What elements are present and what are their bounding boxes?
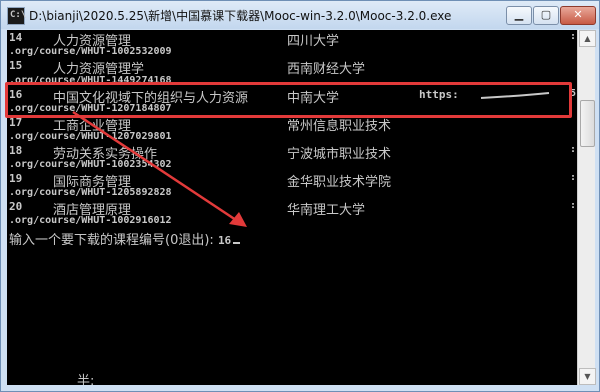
course-url-text: .org/course/WHUT-1002532009 (9, 46, 172, 57)
course-row: 15 人力资源管理学 西南财经大学 (7, 58, 577, 77)
close-icon: ✕ (573, 8, 583, 21)
window-title: D:\bianji\2020.5.25\新增\中国慕课下载器\Mooc-win-… (29, 9, 452, 23)
course-row: 14 人力资源管理 四川大学 (7, 30, 577, 49)
maximize-icon: ▢ (540, 8, 552, 21)
course-url-text: .org/course/WHUT-1207029801 (9, 131, 172, 142)
console-app-icon: C:\ (7, 7, 27, 25)
course-number: 15 (9, 59, 23, 72)
course-url-text: .org/course/WHUT-1205892828 (9, 187, 172, 198)
course-url: .org/course/WHUT-1205892828 (7, 186, 577, 200)
course-number: 19 (9, 172, 23, 185)
truncated-char: : (570, 31, 577, 42)
close-button[interactable]: ✕ (560, 6, 596, 25)
maximize-button[interactable]: ▢ (533, 6, 559, 25)
title-bar[interactable]: C:\ D:\bianji\2020.5.25\新增\中国慕课下载器\Mooc-… (1, 1, 599, 29)
course-url-text: .org/course/WHUT-1002916012 (9, 215, 172, 226)
prompt-label: 输入一个要下载的课程编号(0退出): (9, 233, 218, 248)
app-icon-label: C:\ (10, 10, 27, 20)
vertical-scrollbar[interactable]: ▲ ▼ (577, 30, 596, 385)
course-number: 14 (9, 31, 23, 44)
course-number: 20 (9, 200, 23, 213)
course-row: 18 劳动关系实务操作 宁波城市职业技术 (7, 143, 577, 162)
minimize-icon: ▁ (514, 8, 524, 21)
truncated-char: : (570, 200, 577, 211)
prompt-input-value[interactable]: 16 (218, 234, 231, 247)
course-url: .org/course/WHUT-1207029801 (7, 130, 577, 144)
course-url: .org/course/WHUT-1002354302 (7, 158, 577, 172)
console-window: C:\ D:\bianji\2020.5.25\新增\中国慕课下载器\Mooc-… (0, 0, 600, 392)
status-text: 半: (77, 374, 95, 385)
highlight-box (5, 82, 572, 118)
minimize-button[interactable]: ▁ (506, 6, 532, 25)
scroll-up-icon[interactable]: ▲ (579, 30, 596, 47)
truncated-char: : (570, 172, 577, 183)
input-prompt[interactable]: 输入一个要下载的课程编号(0退出): 16 (9, 229, 241, 248)
course-row: 19 国际商务管理 金华职业技术学院 (7, 171, 577, 190)
course-row: 20 酒店管理原理 华南理工大学 (7, 199, 577, 218)
truncated-char: : (570, 144, 577, 155)
scroll-down-icon[interactable]: ▼ (579, 368, 596, 385)
course-url: .org/course/WHUT-1002916012 (7, 214, 577, 228)
course-url-text: .org/course/WHUT-1002354302 (9, 159, 172, 170)
text-cursor (233, 242, 241, 244)
course-url: .org/course/WHUT-1002532009 (7, 45, 577, 59)
scrollbar-thumb[interactable] (580, 100, 595, 147)
course-number: 18 (9, 144, 23, 157)
